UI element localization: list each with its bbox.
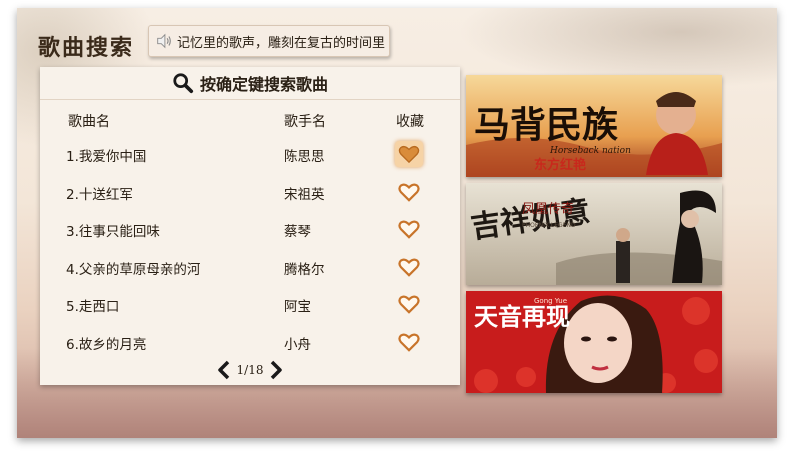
album-cover-art: 马背民族 Horseback nation 东方红艳 [466,75,722,177]
banner-title: 马背民族 [474,104,618,146]
column-header-favorite: 收藏 [396,114,424,130]
song-row[interactable]: 2.十送红军 宋祖英 [40,175,460,213]
song-name: 5.走西口 [66,299,120,315]
pagination: 1/18 [40,359,460,381]
search-results-panel: 按确定键搜索歌曲 歌曲名 歌手名 收藏 1.我爱你中国 陈思思 2.十送红军 宋… [40,67,460,385]
album-banner-gongyue[interactable]: 天音再现 Gong Yue [466,291,722,393]
banner-artist: 凤凰传奇 [522,201,574,217]
album-cover-art: 吉祥如意 凤凰传奇 PHOENIX LEGEND [466,183,722,285]
song-name: 1.我爱你中国 [66,149,147,165]
search-icon [173,73,194,94]
speaker-icon [157,33,171,49]
song-row[interactable]: 6.故乡的月亮 小舟 [40,325,460,363]
favorite-button[interactable] [395,179,423,205]
banner-english: PHOENIX LEGEND [522,222,576,229]
column-header-singer: 歌手名 [284,114,326,130]
banner-english: Gong Yue [534,297,567,305]
heart-outline-icon [398,183,420,202]
singer-name: 蔡琴 [284,224,311,240]
heart-icon [398,145,420,164]
banner-title: 天音再现 [474,302,570,331]
singer-name: 小舟 [284,336,311,353]
favorite-button[interactable] [395,254,423,280]
page-indicator: 1/18 [236,363,264,377]
slogan-box: 记忆里的歌声，雕刻在复古的时间里 [148,25,390,57]
singer-name: 腾格尔 [284,261,325,278]
page-title: 歌曲搜索 [38,35,135,61]
search-prompt: 按确定键搜索歌曲 [199,75,328,94]
favorite-button[interactable] [395,141,423,167]
heart-outline-icon [398,333,420,352]
heart-outline-icon [398,258,420,277]
song-name: 6.故乡的月亮 [66,336,147,353]
favorite-button[interactable] [395,216,423,242]
song-row[interactable]: 1.我爱你中国 陈思思 [40,137,460,175]
slogan-text: 记忆里的歌声，雕刻在复古的时间里 [177,35,386,51]
song-name: 4.父亲的草原母亲的河 [66,261,201,278]
song-row[interactable]: 5.走西口 阿宝 [40,287,460,325]
favorite-button[interactable] [395,291,423,317]
song-row[interactable]: 4.父亲的草原母亲的河 腾格尔 [40,250,460,288]
heart-outline-icon [398,295,420,314]
album-banner-phoenix[interactable]: 吉祥如意 凤凰传奇 PHOENIX LEGEND [466,183,722,285]
chevron-right-icon[interactable] [269,360,283,380]
song-list: 1.我爱你中国 陈思思 2.十送红军 宋祖英 3.往事只能回味 蔡琴 4.父亲的… [40,137,460,362]
favorite-button[interactable] [395,329,423,355]
singer-name: 陈思思 [284,149,325,165]
singer-name: 阿宝 [284,299,311,315]
banner-artist: 东方红艳 [534,157,586,173]
singer-name: 宋祖英 [284,186,325,203]
album-cover-art: 天音再现 Gong Yue [466,291,722,393]
banner-english: Horseback nation [549,146,631,156]
heart-outline-icon [398,220,420,239]
search-button[interactable]: 按确定键搜索歌曲 [40,67,460,100]
album-banner-horseback[interactable]: 马背民族 Horseback nation 东方红艳 [466,75,722,177]
column-header-song: 歌曲名 [68,114,110,130]
chevron-left-icon[interactable] [217,360,231,380]
song-row[interactable]: 3.往事只能回味 蔡琴 [40,212,460,250]
song-name: 3.往事只能回味 [66,224,160,240]
song-name: 2.十送红军 [66,186,133,203]
